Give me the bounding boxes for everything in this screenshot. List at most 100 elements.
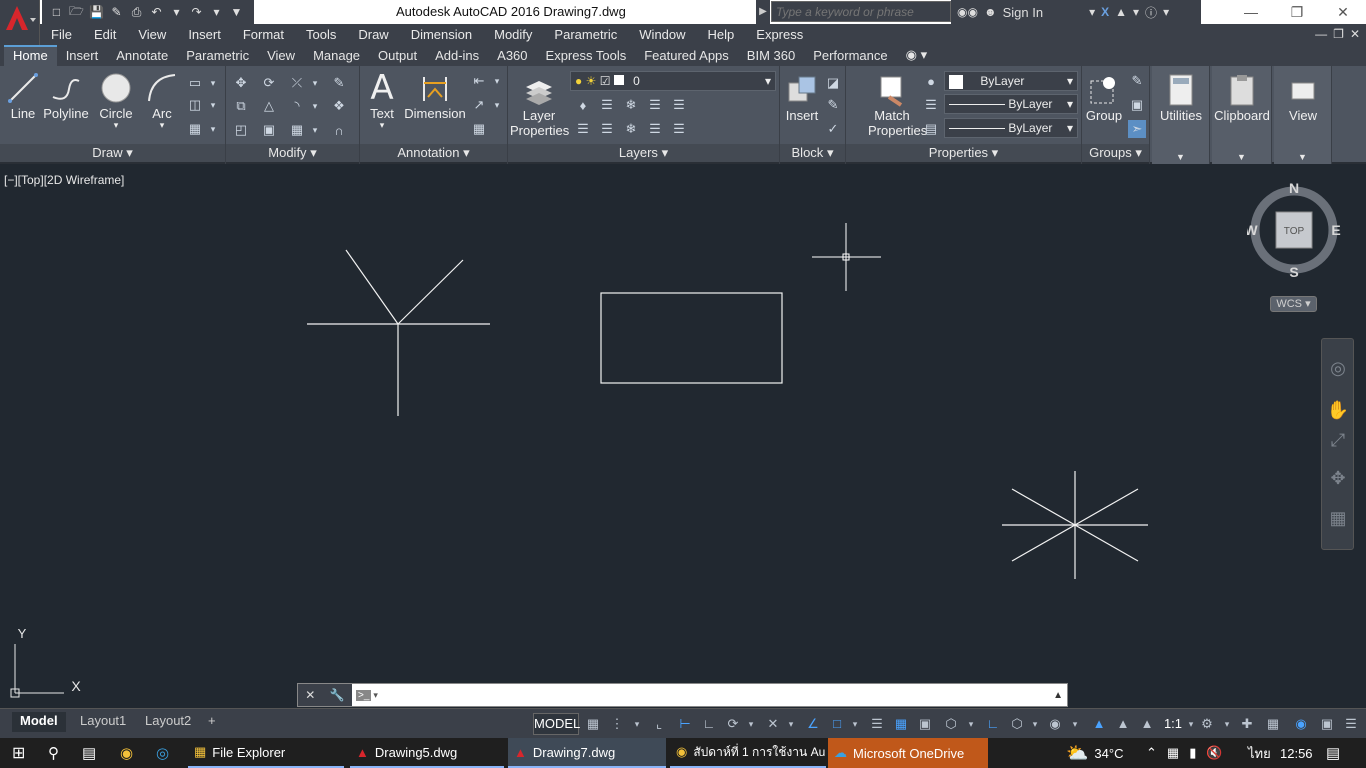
fillet-icon[interactable]: ◝ (288, 97, 306, 115)
group-selection-icon[interactable]: ➣ (1128, 120, 1146, 138)
wcs-menu[interactable]: WCS ▾ (1270, 296, 1317, 312)
sign-in-dropdown-icon[interactable]: ▾ (1089, 5, 1095, 19)
utilities-panel[interactable]: Utilities ▼ (1152, 66, 1210, 164)
menu-help[interactable]: Help (697, 27, 746, 42)
linetype-dropdown[interactable]: ByLayer ▾ (944, 94, 1078, 114)
showmotion-icon[interactable]: ▦ (1329, 508, 1347, 528)
menu-tools[interactable]: Tools (295, 27, 347, 42)
compass-east[interactable]: E (1331, 222, 1340, 238)
redo-dropdown-icon[interactable]: ▾ (208, 4, 225, 21)
create-block-icon[interactable]: ◪ (824, 74, 842, 92)
application-menu-button[interactable] (0, 0, 40, 45)
save-as-icon[interactable]: ✎ (108, 4, 125, 21)
rotate-icon[interactable]: ⟳ (260, 74, 278, 92)
doc-restore-icon[interactable]: ❐ (1333, 27, 1344, 41)
asterisk-shape-right[interactable] (1002, 471, 1148, 579)
hatch-icon[interactable]: ◫ (186, 96, 204, 114)
linear-dimension-dropdown-icon[interactable]: ▾ (488, 72, 506, 90)
open-file-icon[interactable]: 🗁 (68, 4, 85, 21)
lineweight-toggle-icon[interactable]: ☰ (868, 715, 886, 733)
layout-tab-model[interactable]: Model (12, 712, 66, 732)
chrome-icon[interactable]: ◉ (114, 738, 133, 768)
a360-dropdown-icon[interactable]: ▾ (1133, 5, 1139, 19)
grid-icon[interactable]: ▦ (584, 715, 602, 733)
annotation-scale-icon[interactable]: ▲ (1138, 715, 1156, 733)
text-button[interactable]: A Text ▾ (362, 68, 402, 130)
command-close-icon[interactable]: ✕ (305, 688, 315, 702)
minimize-button[interactable]: — (1228, 0, 1274, 24)
add-layout-icon[interactable]: + (200, 712, 224, 732)
layer-unlock-icon[interactable]: ☰ (646, 120, 664, 138)
view-button[interactable]: View (1274, 72, 1332, 123)
ortho-icon[interactable]: ∟ (700, 715, 718, 733)
arc-button[interactable]: Arc ▾ (142, 70, 182, 130)
zoom-extents-icon[interactable]: ⤢ (1329, 430, 1347, 450)
polar-dropdown-icon[interactable]: ▾ (742, 715, 760, 733)
circle-button[interactable]: Circle ▾ (94, 70, 138, 130)
layer-walk-icon[interactable]: ☰ (670, 96, 688, 114)
compass-west[interactable]: W (1244, 222, 1258, 238)
dynamic-input-icon[interactable]: ⊢ (676, 715, 694, 733)
doc-close-icon[interactable]: ✕ (1350, 27, 1360, 41)
circle-dropdown-icon[interactable]: ▾ (94, 121, 138, 130)
command-history-icon[interactable]: ▲ (1053, 690, 1063, 701)
annotation-monitor-icon[interactable]: ✚ (1238, 715, 1256, 733)
trim-dropdown-icon[interactable]: ▾ (306, 74, 324, 92)
selection-cycling-icon[interactable]: ▣ (916, 715, 934, 733)
polyline-button[interactable]: Polyline (42, 70, 90, 121)
clock[interactable]: 12:56 (1280, 738, 1313, 768)
lineweight-icon[interactable]: ☰ (922, 96, 940, 114)
clean-screen-icon[interactable]: ▣ (1318, 715, 1336, 733)
view-panel[interactable]: View ▼ (1274, 66, 1332, 164)
layer-properties-button[interactable]: Layer Properties (510, 72, 569, 138)
plot-icon[interactable]: ⎙ (128, 4, 145, 21)
clipboard-panel[interactable]: Clipboard ▼ (1212, 66, 1272, 164)
menu-view[interactable]: View (127, 27, 177, 42)
isodraft-dropdown-icon[interactable]: ▾ (782, 715, 800, 733)
draw-panel-title[interactable]: Draw ▾ (0, 144, 225, 162)
move-icon[interactable]: ✥ (232, 74, 250, 92)
tab-featured-apps[interactable]: Featured Apps (635, 45, 738, 66)
text-dropdown-icon[interactable]: ▾ (362, 121, 402, 130)
undo-icon[interactable]: ↶ (148, 4, 165, 21)
stretch-icon[interactable]: ◰ (232, 121, 250, 139)
table-icon[interactable]: ▦ (470, 120, 488, 138)
taskbar-chrome-window[interactable]: ◉ สัปดาห์ที่ 1 การใช้งาน Au... (670, 738, 826, 768)
compass-south[interactable]: S (1289, 264, 1298, 280)
match-properties-button[interactable]: Match Properties (868, 72, 927, 138)
edit-attributes-icon[interactable]: ✓ (824, 120, 842, 138)
rectangle-entity[interactable] (600, 292, 783, 384)
infer-constraints-icon[interactable]: ⌞ (650, 715, 668, 733)
annotation-panel-title[interactable]: Annotation ▾ (360, 144, 507, 162)
search-taskbar-icon[interactable]: ⚲ (42, 738, 59, 768)
menu-draw[interactable]: Draw (347, 27, 399, 42)
dynamic-ucs-icon[interactable]: ∟ (984, 715, 1002, 733)
polar-tracking-icon[interactable]: ⟳ (724, 715, 742, 733)
auto-scale-icon[interactable]: ▲ (1114, 715, 1132, 733)
a360-icon[interactable]: ▲ (1115, 5, 1127, 19)
ribbon-options-icon[interactable]: ◉ ▾ (897, 44, 936, 66)
object-snap-tracking-icon[interactable]: ∠ (804, 715, 822, 733)
make-current-icon[interactable]: ☰ (574, 120, 592, 138)
array-dropdown-icon[interactable]: ▾ (306, 121, 324, 139)
tab-add-ins[interactable]: Add-ins (426, 45, 488, 66)
linear-dimension-icon[interactable]: ⇤ (470, 72, 488, 90)
3d-osnap-dropdown-icon[interactable]: ▾ (962, 715, 980, 733)
boundary-icon[interactable]: ▦ (186, 120, 204, 138)
tab-annotate[interactable]: Annotate (107, 45, 177, 66)
user-icon[interactable]: ☻ (984, 5, 997, 19)
search-input[interactable] (771, 1, 951, 22)
annotation-visibility-icon[interactable]: ▲ (1090, 715, 1108, 733)
tab-bim-360[interactable]: BIM 360 (738, 45, 804, 66)
tab-parametric[interactable]: Parametric (177, 45, 258, 66)
input-language[interactable]: ไทย (1248, 738, 1271, 768)
insert-button[interactable]: Insert (782, 72, 822, 123)
gizmo-dropdown-icon[interactable]: ▾ (1066, 715, 1084, 733)
hatch-dropdown-icon[interactable]: ▾ (204, 96, 222, 114)
array-icon[interactable]: ▦ (288, 121, 306, 139)
layer-merge-icon[interactable]: ☰ (670, 120, 688, 138)
clipboard-button[interactable]: Clipboard (1212, 72, 1272, 123)
taskbar-drawing5[interactable]: ▲ Drawing5.dwg (350, 738, 504, 768)
copy-icon[interactable]: ⧉ (232, 97, 250, 115)
menu-edit[interactable]: Edit (83, 27, 127, 42)
